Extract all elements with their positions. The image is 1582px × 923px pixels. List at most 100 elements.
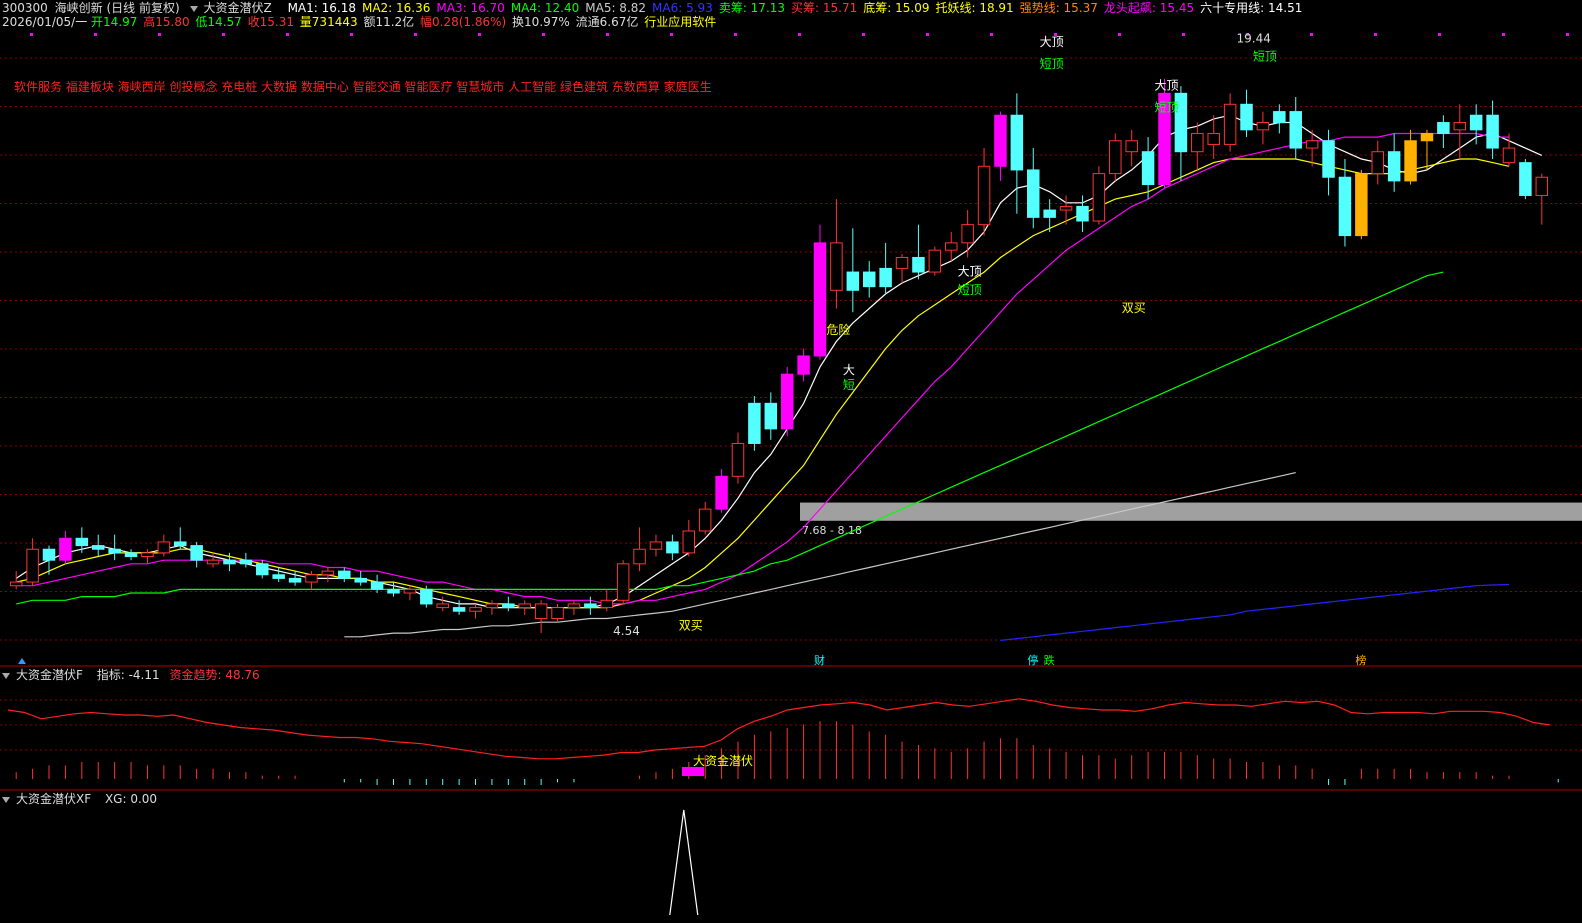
kline-chart[interactable]: 7.68 - 8.18危险大短大顶短顶大顶短顶大顶短顶双买双买19.444.54… <box>0 0 1582 923</box>
price-zone-band <box>800 502 1582 521</box>
candle-body <box>1223 103 1237 145</box>
candle-body <box>206 559 220 565</box>
candle-body <box>1404 140 1417 182</box>
candle-body <box>534 603 548 620</box>
candle-body <box>403 588 417 594</box>
candle-body <box>682 530 696 554</box>
ma-line-ma4 <box>16 271 1444 605</box>
candle-body <box>370 581 384 590</box>
period-marker <box>158 33 161 36</box>
period-marker <box>222 33 225 36</box>
candle-body <box>666 541 679 554</box>
candle-body <box>584 603 597 609</box>
event-marker: 榜 <box>1355 653 1366 667</box>
chart-annotation: 双买 <box>679 618 703 632</box>
candle-body <box>1322 140 1335 178</box>
ma-line-ma3 <box>16 132 1509 605</box>
candle-body <box>764 402 778 430</box>
period-marker <box>734 33 737 36</box>
candle-body <box>436 603 449 609</box>
period-marker <box>606 33 609 36</box>
candle-body <box>452 607 466 612</box>
candle-body <box>141 552 154 558</box>
period-marker <box>1438 33 1441 36</box>
candle-body <box>338 570 351 579</box>
period-marker <box>30 33 33 36</box>
candle-body <box>1207 132 1220 145</box>
candle-body <box>1486 114 1499 149</box>
period-marker <box>94 33 97 36</box>
candle-body <box>1273 111 1286 124</box>
candle-body <box>157 541 171 554</box>
candle-body <box>1059 205 1073 211</box>
candle-body <box>1240 103 1253 131</box>
chart-annotation: 短顶 <box>1253 50 1277 64</box>
candle-body <box>780 373 794 430</box>
period-marker <box>1374 33 1377 36</box>
ma-line-ma1 <box>15 114 1543 609</box>
candle-body <box>239 559 253 565</box>
candle-body <box>420 588 433 605</box>
candle-body <box>1305 140 1319 149</box>
candle-body <box>75 537 89 547</box>
candle-body <box>387 588 400 594</box>
candle-body <box>928 249 942 273</box>
candle-body <box>797 355 810 375</box>
candle-body <box>1256 122 1270 131</box>
candle-body <box>1010 114 1024 171</box>
candle-body <box>518 603 531 609</box>
candle-body <box>600 599 613 609</box>
candle-body <box>715 475 728 510</box>
candle-body <box>1420 132 1434 142</box>
period-marker <box>1310 33 1313 36</box>
event-marker: 跌 <box>1044 653 1055 667</box>
chart-annotation: 短顶 <box>958 283 982 297</box>
candle-body <box>305 574 318 583</box>
candle-body <box>879 267 892 288</box>
period-marker <box>798 33 801 36</box>
candle-body <box>994 114 1007 167</box>
candle-body <box>91 545 105 550</box>
candle-body <box>731 442 745 477</box>
candle-body <box>469 607 482 612</box>
candle-body <box>1125 140 1138 153</box>
candle-body <box>1469 114 1483 131</box>
ma-line-ma6 <box>1000 584 1510 641</box>
candle-body <box>1076 205 1089 222</box>
candle-body <box>1519 162 1532 196</box>
period-marker <box>670 33 673 36</box>
period-marker <box>926 33 929 36</box>
candle-body <box>288 577 302 583</box>
chart-annotation: 短 <box>843 378 855 392</box>
candle-body <box>616 563 630 601</box>
candle-body <box>1092 173 1106 222</box>
period-marker <box>990 33 993 36</box>
candle-body <box>1338 176 1352 237</box>
candle-body <box>1371 151 1384 175</box>
candle-body <box>42 548 56 561</box>
candle-body <box>108 548 121 554</box>
candle-body <box>961 224 974 244</box>
candle-body <box>698 508 712 532</box>
candle-body <box>1502 147 1516 164</box>
candle-body <box>485 603 499 609</box>
candle-body <box>1289 111 1302 149</box>
event-marker: 停 <box>1027 653 1038 667</box>
chart-annotation: 双买 <box>1122 301 1146 315</box>
candle-body <box>1027 169 1040 218</box>
candle-body <box>1535 176 1549 196</box>
period-marker <box>1118 33 1121 36</box>
chart-annotation: 短顶 <box>1155 101 1179 115</box>
chart-annotation: 危险 <box>826 322 850 337</box>
candle-body <box>26 548 39 583</box>
candle-body <box>912 256 925 273</box>
ma-line-ma2 <box>16 158 1510 609</box>
chart-annotation: 大 <box>843 363 855 377</box>
triangle-up-icon <box>18 658 26 664</box>
candle-body <box>124 552 138 558</box>
chart-annotation: 大顶 <box>1040 35 1064 49</box>
chart-annotation: 4.54 <box>613 624 640 638</box>
candle-body <box>321 570 335 576</box>
period-marker <box>478 33 481 36</box>
candle-body <box>813 242 827 357</box>
